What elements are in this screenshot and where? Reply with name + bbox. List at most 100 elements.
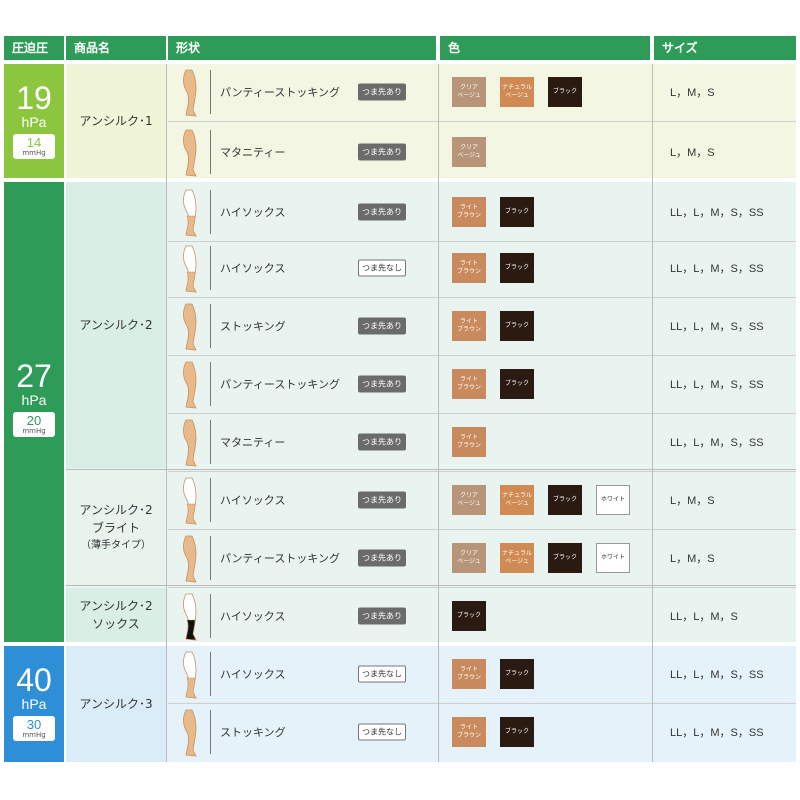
- leg-illustration: [178, 68, 208, 117]
- toe-tag: つま先あり: [358, 607, 406, 625]
- product-name-cell: アンシルク･3: [66, 646, 166, 762]
- shape-divider: [210, 710, 211, 754]
- leg-illustration: [178, 188, 208, 237]
- product-subtitle: （薄手タイプ）: [81, 540, 151, 551]
- shape-name: ハイソックス: [220, 494, 286, 507]
- pressure-label: 40 hPa 30 mmHg: [4, 664, 64, 741]
- pressure-hpa-value: 40: [16, 662, 52, 698]
- row-separator: [168, 121, 796, 122]
- pantyhose-leg-icon: [183, 361, 197, 409]
- leg-illustration: [178, 476, 208, 525]
- shape-divider: [210, 70, 211, 114]
- column-separator: [166, 64, 167, 762]
- product-row: ストッキング つま先あり ライト ブラウン ブラック LL，L，M，S，SS: [168, 298, 796, 354]
- maternity-leg-icon: [183, 419, 197, 467]
- color-swatch-light-brown: ライト ブラウン: [452, 717, 486, 747]
- product-row: マタニティー つま先あり クリア ベージュ L，M，S: [168, 124, 796, 180]
- high-socks-leg-icon: [183, 651, 197, 699]
- product-row: パンティーストッキング つま先あり クリア ベージュ ナチュラル ベージュ ブラック ホワ…: [168, 530, 796, 586]
- size-list: LL，L，M，S，SS: [670, 727, 764, 739]
- product-row: パンティーストッキング つま先あり ライト ブラウン ブラック LL，L，M，S，SS: [168, 356, 796, 412]
- leg-illustration: [178, 592, 208, 641]
- color-swatch-white: ホワイト: [596, 543, 630, 573]
- size-list: LL，L，M，S，SS: [670, 207, 764, 219]
- shape-name: パンティーストッキング: [220, 378, 341, 391]
- size-list: L，M，S: [670, 87, 715, 99]
- pressure-mmhg-box: 20 mmHg: [13, 412, 55, 437]
- color-swatch-light-brown: ライト ブラウン: [452, 427, 486, 457]
- shape-name: ストッキング: [220, 726, 286, 739]
- color-swatch-light-brown: ライト ブラウン: [452, 253, 486, 283]
- size-list: LL，L，M，S，SS: [670, 437, 764, 449]
- size-list: LL，L，M，S，SS: [670, 669, 764, 681]
- color-swatch-light-brown: ライト ブラウン: [452, 369, 486, 399]
- color-swatches: クリア ベージュ ナチュラル ベージュ ブラック ホワイト: [452, 543, 630, 573]
- color-swatches: ライト ブラウン: [452, 427, 486, 457]
- pressure-label: 27 hPa 20 mmHg: [4, 360, 64, 437]
- product-row: ハイソックス つま先あり クリア ベージュ ナチュラル ベージュ ブラック ホワイト L，M…: [168, 472, 796, 528]
- product-row: ハイソックス つま先あり ブラック LL，L，M，S: [168, 588, 796, 644]
- toe-tag: つま先あり: [358, 317, 406, 335]
- color-swatch-natural-beige: ナチュラル ベージュ: [500, 485, 534, 515]
- color-swatch-black: ブラック: [500, 659, 534, 689]
- pressure-hpa-unit: hPa: [21, 696, 47, 712]
- color-swatch-clear-beige: クリア ベージュ: [452, 137, 486, 167]
- shape-name: ハイソックス: [220, 262, 286, 275]
- color-swatch-clear-beige: クリア ベージュ: [452, 485, 486, 515]
- size-list: LL，L，M，S，SS: [670, 263, 764, 275]
- leg-illustration: [178, 302, 208, 351]
- leg-illustration: [178, 418, 208, 467]
- shape-name: パンティーストッキング: [220, 86, 341, 99]
- pressure-label: 19 hPa 14 mmHg: [4, 82, 64, 159]
- color-swatches: クリア ベージュ: [452, 137, 486, 167]
- size-list: L，M，S: [670, 553, 715, 565]
- product-name-cell: アンシルク･2: [66, 182, 166, 468]
- leg-illustration: [178, 534, 208, 583]
- shape-divider: [210, 652, 211, 696]
- shape-name: ハイソックス: [220, 668, 286, 681]
- product-row: ハイソックス つま先あり ライト ブラウン ブラック LL，L，M，S，SS: [168, 184, 796, 240]
- color-swatch-clear-beige: クリア ベージュ: [452, 77, 486, 107]
- product-row: ハイソックス つま先なし ライト ブラウン ブラック LL，L，M，S，SS: [168, 646, 796, 702]
- column-separator: [652, 64, 653, 762]
- size-list: LL，L，M，S，SS: [670, 321, 764, 333]
- shape-divider: [210, 190, 211, 234]
- leg-illustration: [178, 360, 208, 409]
- pressure-mmhg-box: 30 mmHg: [13, 716, 55, 741]
- product-row: パンティーストッキング つま先あり クリア ベージュ ナチュラル ベージュ ブラック L，…: [168, 64, 796, 120]
- product-separator: [66, 585, 796, 586]
- color-swatch-white: ホワイト: [596, 485, 630, 515]
- toe-tag: つま先なし: [358, 665, 406, 683]
- color-swatch-black: ブラック: [500, 717, 534, 747]
- color-swatches: ライト ブラウン ブラック: [452, 369, 534, 399]
- pressure-hpa-unit: hPa: [21, 114, 47, 130]
- pressure-mmhg-box: 14 mmHg: [13, 134, 55, 159]
- product-row: ストッキング つま先なし ライト ブラウン ブラック LL，L，M，S，SS: [168, 704, 796, 760]
- toe-tag: つま先あり: [358, 375, 406, 393]
- pressure-hpa-value: 19: [16, 80, 52, 116]
- color-swatch-black: ブラック: [452, 601, 486, 631]
- header-pressure: 圧迫圧: [4, 36, 64, 60]
- size-list: L，M，S: [670, 147, 715, 159]
- leg-illustration: [178, 708, 208, 757]
- header-product: 商品名: [66, 36, 166, 60]
- high-socks-leg-icon: [183, 245, 197, 293]
- shape-name: ハイソックス: [220, 206, 286, 219]
- size-list: L，M，S: [670, 495, 715, 507]
- shape-divider: [210, 478, 211, 522]
- pressure-hpa-value: 27: [16, 358, 52, 394]
- product-name-cell: アンシルク･2 ソックス: [66, 588, 166, 642]
- leg-illustration: [178, 128, 208, 177]
- color-swatches: クリア ベージュ ナチュラル ベージュ ブラック ホワイト: [452, 485, 630, 515]
- pressure-mmhg-unit: mmHg: [22, 731, 46, 739]
- shape-name: パンティーストッキング: [220, 552, 341, 565]
- shape-divider: [210, 420, 211, 464]
- product-name-line: アンシルク･2: [79, 503, 153, 517]
- leg-illustration: [178, 244, 208, 293]
- toe-tag: つま先なし: [358, 259, 406, 277]
- shape-divider: [210, 362, 211, 406]
- color-swatches: ブラック: [452, 601, 486, 631]
- color-swatch-clear-beige: クリア ベージュ: [452, 543, 486, 573]
- color-swatch-light-brown: ライト ブラウン: [452, 311, 486, 341]
- black-socks-leg-icon: [183, 593, 197, 641]
